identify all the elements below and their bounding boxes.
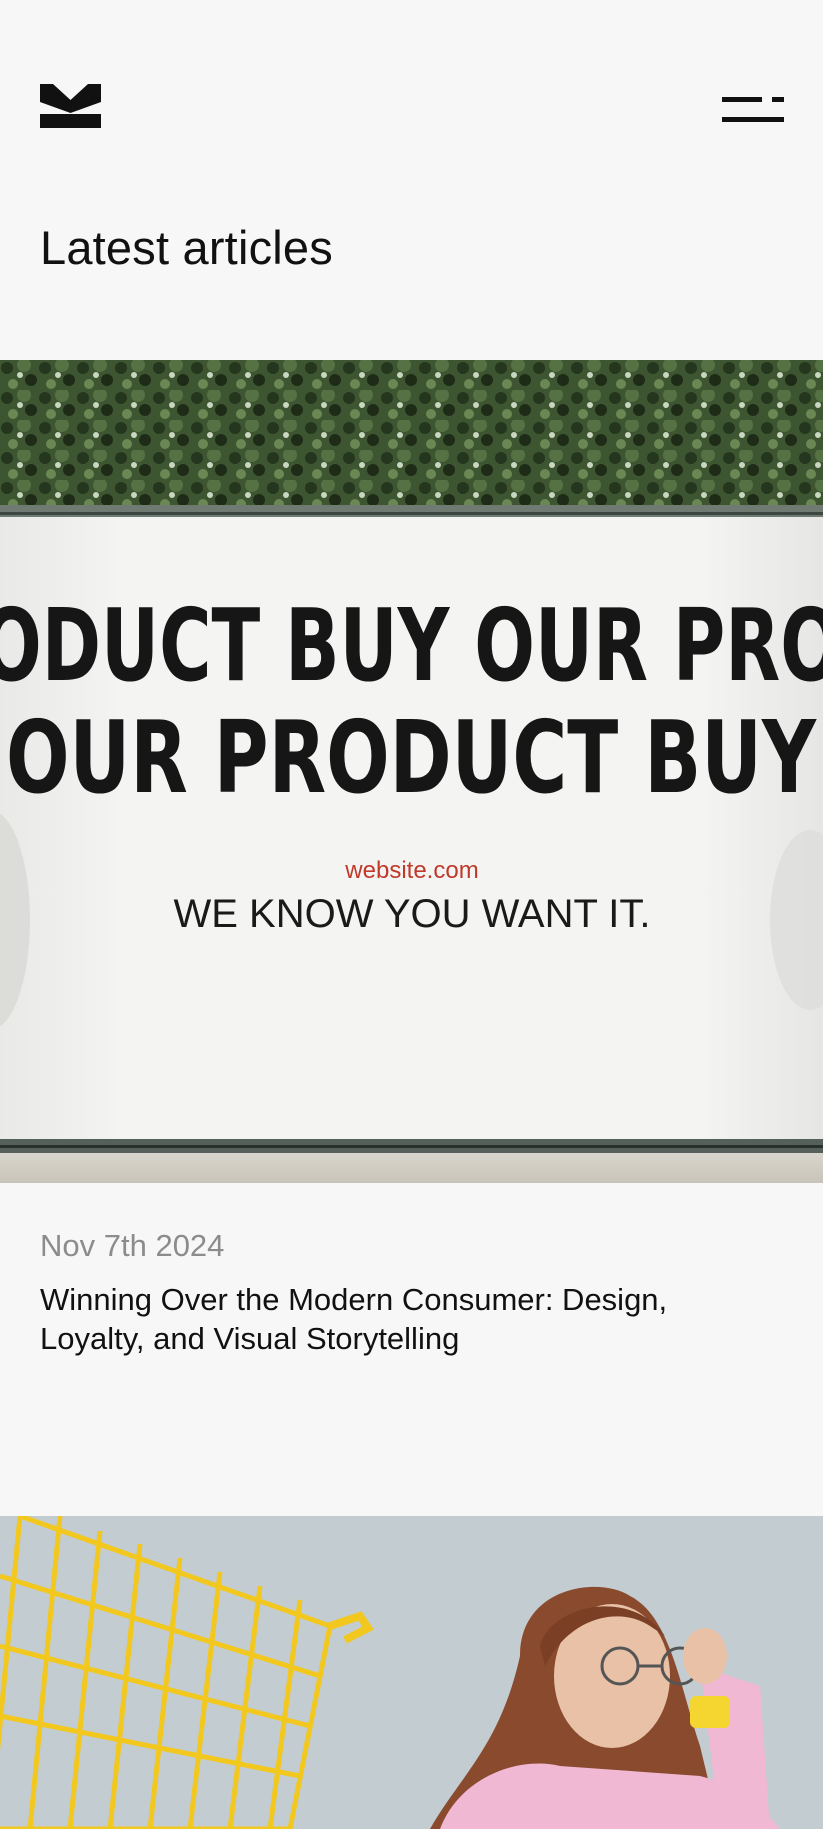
billboard-line-2: OUR PRODUCT BUY <box>6 699 817 816</box>
article-image[interactable]: ODUCT BUY OUR PRO OUR PRODUCT BUY websit… <box>0 360 823 1183</box>
billboard-line-1: ODUCT BUY OUR PRO <box>0 587 823 704</box>
billboard-tagline: WE KNOW YOU WANT IT. <box>173 892 650 936</box>
page-title: Latest articles <box>40 221 333 274</box>
article-date: Nov 7th 2024 <box>40 1228 225 1263</box>
article-image[interactable] <box>0 1516 823 1829</box>
article-title[interactable]: Winning Over the Modern Consumer: Design… <box>40 1280 780 1358</box>
menu-icon[interactable] <box>722 92 784 126</box>
site-header <box>0 0 823 180</box>
article-meta: Nov 7th 2024 Winning Over the Modern Con… <box>40 1228 780 1358</box>
billboard-url: website.com <box>344 857 478 884</box>
brand-logo-icon[interactable] <box>40 84 101 128</box>
